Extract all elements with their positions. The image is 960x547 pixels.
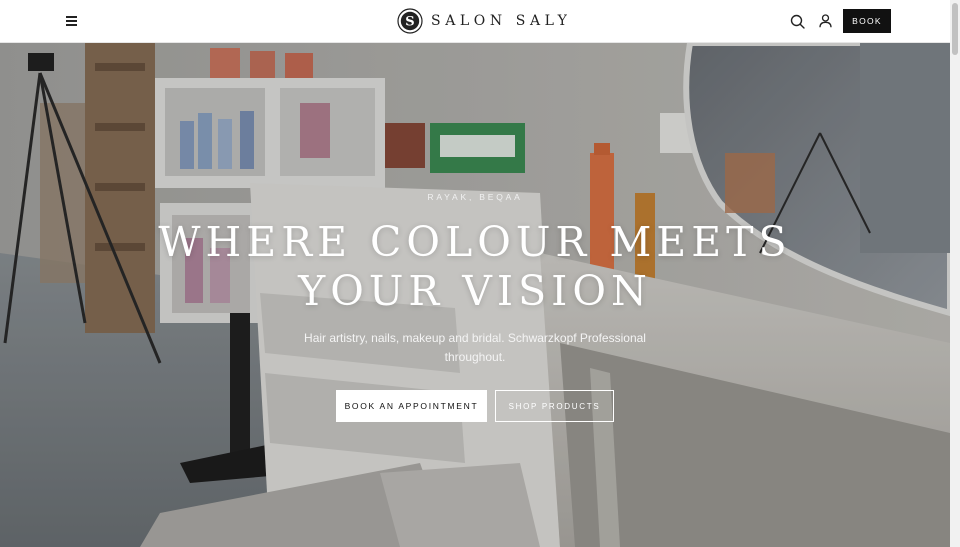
- hero-section: RAYAK, BEQAA WHERE COLOUR MEETS YOUR VIS…: [0, 43, 950, 547]
- book-appointment-button[interactable]: BOOK AN APPOINTMENT: [336, 390, 487, 422]
- scrollbar-thumb[interactable]: [952, 3, 958, 55]
- brand-name: SALON SALY: [431, 13, 572, 29]
- book-button[interactable]: BOOK: [843, 9, 891, 33]
- hero-headline-line-2: YOUR VISION: [298, 267, 652, 315]
- brand-monogram-icon: S: [397, 8, 423, 34]
- brand-logo[interactable]: S SALON SALY: [397, 8, 572, 34]
- hero-location: RAYAK, BEQAA: [427, 192, 523, 202]
- site-header: S SALON SALY BOOK: [0, 0, 950, 43]
- shop-products-button[interactable]: SHOP PRODUCTS: [495, 390, 614, 422]
- search-icon[interactable]: [790, 14, 805, 29]
- hero-headline-line-1: WHERE COLOUR MEETS: [158, 218, 792, 266]
- hero-headline: WHERE COLOUR MEETS YOUR VISION: [0, 218, 950, 316]
- user-icon[interactable]: [819, 14, 832, 28]
- hero-subtext: Hair artistry, nails, makeup and bridal.…: [304, 331, 646, 364]
- menu-icon[interactable]: [64, 13, 80, 29]
- page-scrollbar[interactable]: [950, 0, 960, 547]
- brand-monogram-letter: S: [405, 15, 414, 30]
